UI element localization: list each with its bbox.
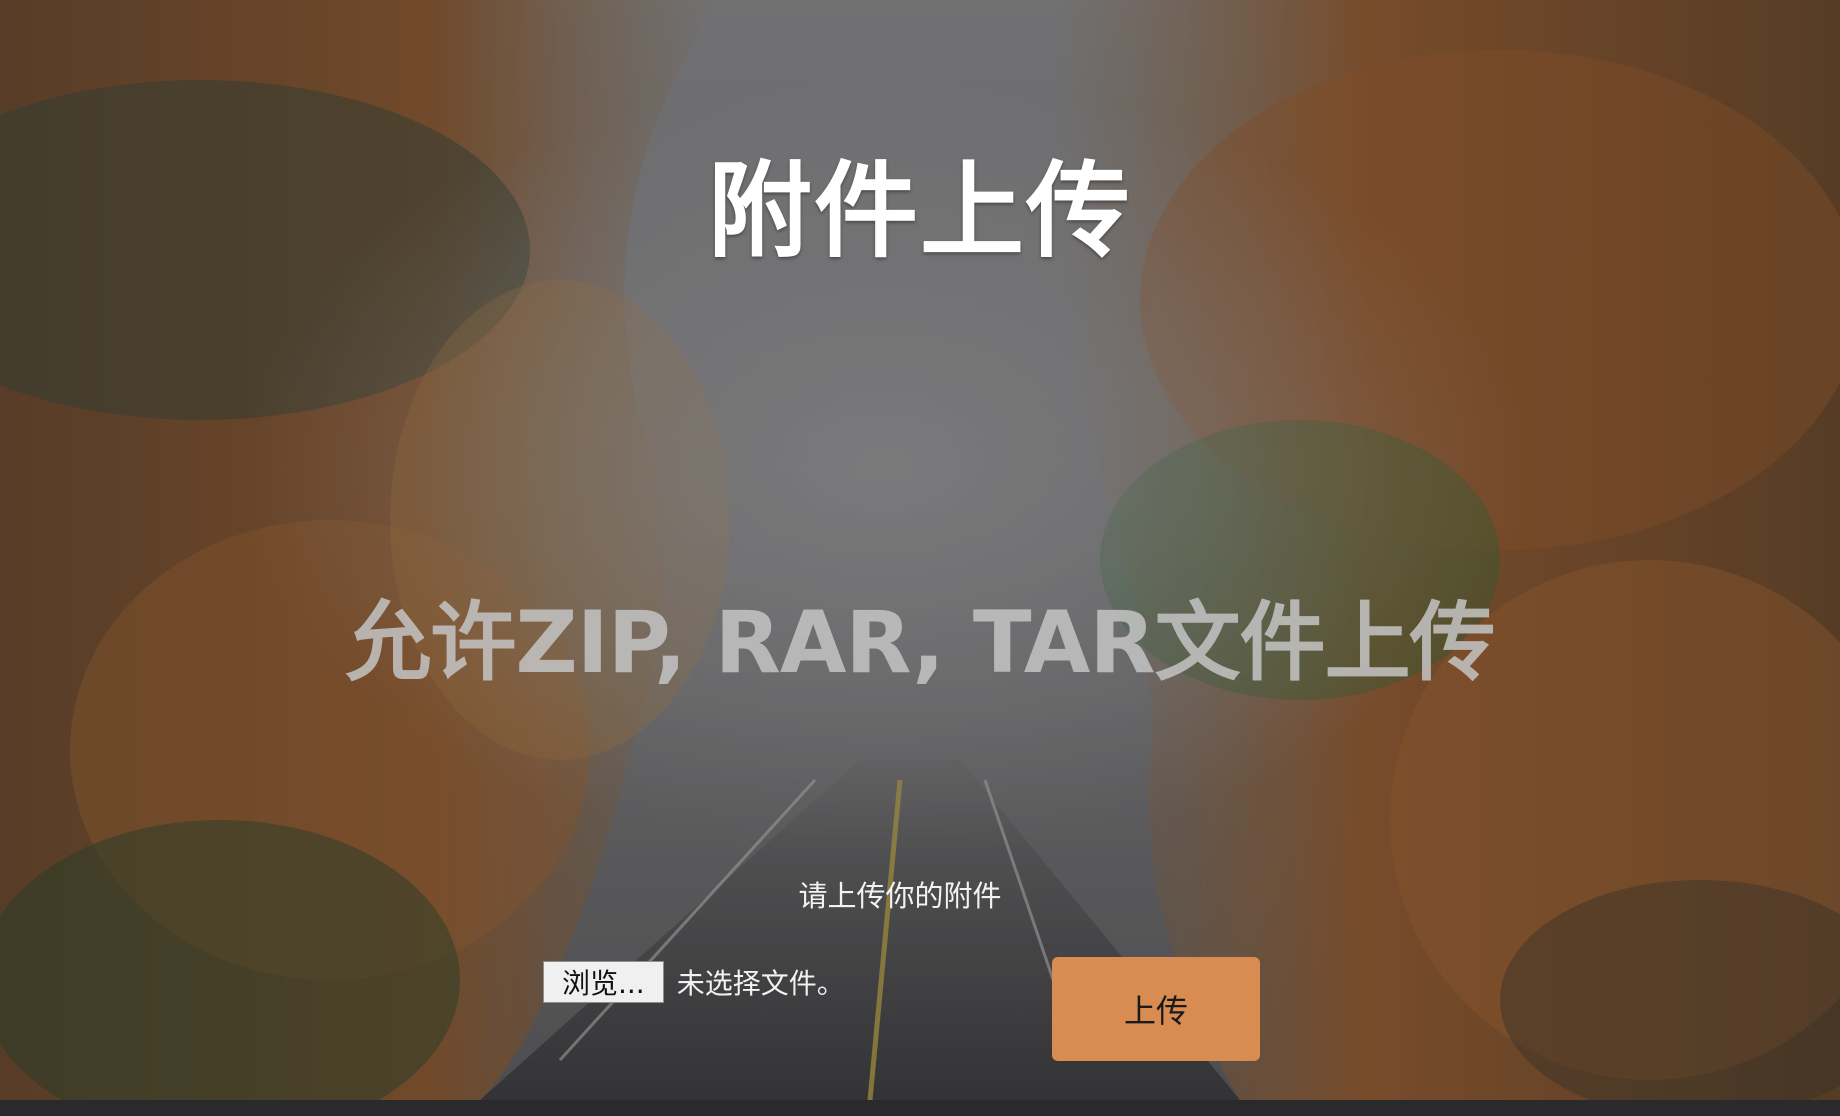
no-file-selected-text: 未选择文件。	[676, 967, 845, 1000]
browse-button[interactable]: 浏览...	[543, 961, 664, 1003]
file-input[interactable]: 浏览... 未选择文件。	[543, 961, 845, 1003]
bottom-strip	[0, 1100, 1840, 1116]
page-title: 附件上传	[707, 150, 1132, 272]
upload-prompt: 请上传你的附件	[798, 879, 1002, 913]
page-subtitle: 允许ZIP, RAR, TAR文件上传	[345, 593, 1495, 693]
upload-button[interactable]: 上传	[1052, 957, 1260, 1061]
